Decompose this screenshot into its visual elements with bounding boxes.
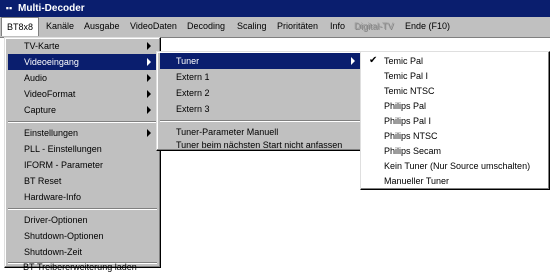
- menu-item-iform-parameter[interactable]: IFORM - Parameter: [8, 157, 157, 173]
- menu-bar: BT8x8 Kanäle Ausgabe VideoDaten Decoding…: [0, 17, 550, 38]
- menu-item-extern-1[interactable]: Extern 1: [160, 69, 361, 85]
- submenu-arrow-icon: [147, 129, 151, 137]
- menu-ende[interactable]: Ende (F10): [405, 17, 450, 36]
- menu-decoding[interactable]: Decoding: [187, 17, 225, 36]
- menu-info[interactable]: Info: [330, 17, 345, 36]
- menu-digital-tv[interactable]: Digital-TV: [354, 17, 394, 36]
- menu-ausgabe[interactable]: Ausgabe: [84, 17, 120, 36]
- menu-item-hardware-info[interactable]: Hardware-Info: [8, 189, 157, 205]
- menu-bt8x8[interactable]: BT8x8: [1, 17, 40, 36]
- window-title: Multi-Decoder: [18, 3, 85, 14]
- menu-item-philips-pal-i[interactable]: Philips Pal I: [364, 113, 546, 129]
- submenu-arrow-icon: [147, 90, 151, 98]
- submenu-arrow-icon: [147, 58, 151, 66]
- menu-item-tuner-nicht-anfassen[interactable]: Tuner beim nächsten Start nicht anfassen: [160, 140, 361, 150]
- menu-item-philips-secam[interactable]: Philips Secam: [364, 143, 546, 159]
- videoeingang-menu: Tuner Extern 1 Extern 2 Extern 3 Tuner-P…: [156, 51, 365, 151]
- menu-item-driver-optionen[interactable]: Driver-Optionen: [8, 212, 157, 228]
- menu-item-tv-karte[interactable]: TV-Karte: [8, 38, 157, 54]
- submenu-arrow-icon: [147, 106, 151, 114]
- submenu-arrow-icon: [351, 57, 355, 65]
- menu-kanaele[interactable]: Kanäle: [46, 17, 74, 36]
- app-icon[interactable]: ▪▪: [3, 3, 15, 13]
- menu-separator: [8, 208, 157, 210]
- menu-scaling[interactable]: Scaling: [237, 17, 267, 36]
- submenu-arrow-icon: [147, 74, 151, 82]
- menu-item-temic-ntsc[interactable]: Temic NTSC: [364, 83, 546, 99]
- menu-item-manueller-tuner[interactable]: Manueller Tuner: [364, 173, 546, 189]
- menu-item-capture[interactable]: Capture: [8, 102, 157, 118]
- checkmark-icon: ✔: [369, 55, 378, 66]
- title-bar: ▪▪ Multi-Decoder: [0, 0, 550, 17]
- menu-prioritaeten[interactable]: Prioritäten: [277, 17, 318, 36]
- menu-item-pll-einstellungen[interactable]: PLL - Einstellungen: [8, 141, 157, 157]
- menu-item-temic-pal-i[interactable]: Temic Pal I: [364, 68, 546, 84]
- menu-item-videoformat[interactable]: VideoFormat: [8, 86, 157, 102]
- menu-item-audio[interactable]: Audio: [8, 70, 157, 86]
- menu-item-kein-tuner[interactable]: Kein Tuner (Nur Source umschalten): [364, 158, 546, 174]
- menu-item-temic-pal[interactable]: ✔ Temic Pal: [364, 53, 546, 69]
- menu-item-bt-treibererweiterung[interactable]: BT-Treibererweiterung laden: [7, 262, 156, 272]
- menu-item-philips-ntsc[interactable]: Philips NTSC: [364, 128, 546, 144]
- menu-item-shutdown-optionen[interactable]: Shutdown-Optionen: [8, 228, 157, 244]
- menu-separator: [8, 121, 157, 123]
- menu-item-bt-reset[interactable]: BT Reset: [8, 173, 157, 189]
- menu-item-shutdown-zeit[interactable]: Shutdown-Zeit: [8, 244, 157, 260]
- menu-item-einstellungen[interactable]: Einstellungen: [8, 125, 157, 141]
- menu-separator: [160, 120, 361, 122]
- tuner-menu: ✔ Temic Pal Temic Pal I Temic NTSC Phili…: [360, 51, 550, 190]
- bt8x8-menu: TV-Karte Videoeingang Audio VideoFormat …: [4, 37, 161, 268]
- menu-item-tuner[interactable]: Tuner: [160, 53, 361, 69]
- menu-item-extern-2[interactable]: Extern 2: [160, 85, 361, 101]
- menu-item-philips-pal[interactable]: Philips Pal: [364, 98, 546, 114]
- menu-item-videoeingang[interactable]: Videoeingang: [8, 54, 157, 70]
- menu-item-extern-3[interactable]: Extern 3: [160, 101, 361, 117]
- menu-videodaten[interactable]: VideoDaten: [130, 17, 177, 36]
- submenu-arrow-icon: [147, 42, 151, 50]
